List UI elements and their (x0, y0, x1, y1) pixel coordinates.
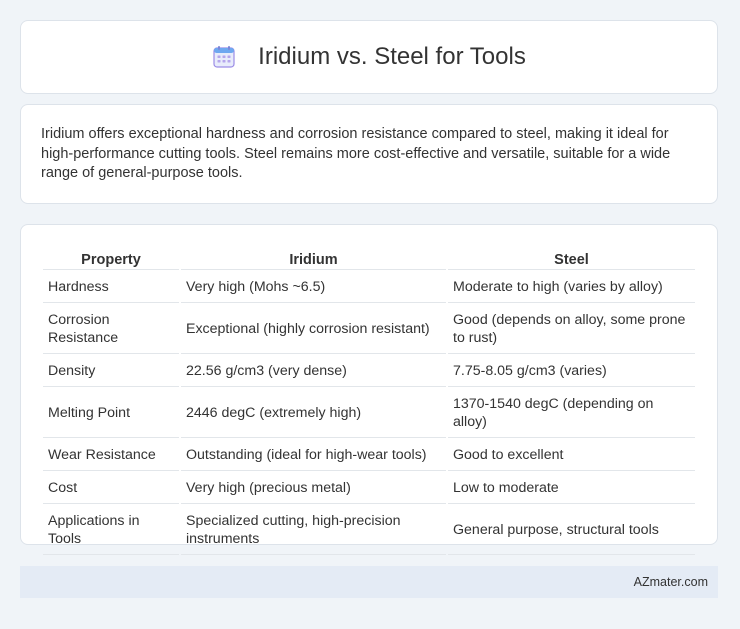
footer-source: AZmater.com (633, 575, 708, 589)
row-iridium: 2446 degC (extremely high) (181, 389, 446, 438)
row-iridium: Exceptional (highly corrosion resistant) (181, 305, 446, 354)
row-iridium: Very high (Mohs ~6.5) (181, 272, 446, 303)
table-row: Cost Very high (precious metal) Low to m… (43, 473, 695, 504)
row-steel: 7.75-8.05 g/cm3 (varies) (448, 356, 695, 387)
comparison-table-card: Property Iridium Steel Hardness Very hig… (20, 224, 718, 555)
title-wrap: Iridium vs. Steel for Tools (212, 43, 526, 71)
row-property: Wear Resistance (43, 440, 179, 471)
row-iridium: Specialized cutting, high-precision inst… (181, 506, 446, 555)
row-property: Density (43, 356, 179, 387)
row-property: Hardness (43, 272, 179, 303)
table-row: Melting Point 2446 degC (extremely high)… (43, 389, 695, 438)
page-title: Iridium vs. Steel for Tools (258, 43, 526, 70)
row-iridium: 22.56 g/cm3 (very dense) (181, 356, 446, 387)
table-row: Wear Resistance Outstanding (ideal for h… (43, 440, 695, 471)
row-steel: Good to excellent (448, 440, 695, 471)
summary-card: Iridium offers exceptional hardness and … (20, 104, 718, 204)
table-row: Density 22.56 g/cm3 (very dense) 7.75-8.… (43, 356, 695, 387)
header-property: Property (43, 249, 179, 270)
comparison-table: Property Iridium Steel Hardness Very hig… (41, 247, 697, 557)
table-row: Hardness Very high (Mohs ~6.5) Moderate … (43, 272, 695, 303)
row-steel: 1370-1540 degC (depending on alloy) (448, 389, 695, 438)
row-steel: Low to moderate (448, 473, 695, 504)
row-iridium: Outstanding (ideal for high-wear tools) (181, 440, 446, 471)
table-header-row: Property Iridium Steel (43, 249, 695, 270)
row-property: Melting Point (43, 389, 179, 438)
table-row: Corrosion Resistance Exceptional (highly… (43, 305, 695, 354)
row-property: Cost (43, 473, 179, 504)
row-iridium: Very high (precious metal) (181, 473, 446, 504)
header-iridium: Iridium (181, 249, 446, 270)
row-steel: Good (depends on alloy, some prone to ru… (448, 305, 695, 354)
footer: AZmater.com (20, 566, 718, 598)
row-steel: General purpose, structural tools (448, 506, 695, 555)
summary-text: Iridium offers exceptional hardness and … (41, 126, 671, 181)
row-steel: Moderate to high (varies by alloy) (448, 272, 695, 303)
row-property: Corrosion Resistance (43, 305, 179, 354)
header-steel: Steel (448, 249, 695, 270)
table-row: Applications in Tools Specialized cuttin… (43, 506, 695, 555)
title-card: Iridium vs. Steel for Tools (20, 20, 718, 94)
row-property: Applications in Tools (43, 506, 179, 555)
calendar-icon (213, 46, 235, 68)
